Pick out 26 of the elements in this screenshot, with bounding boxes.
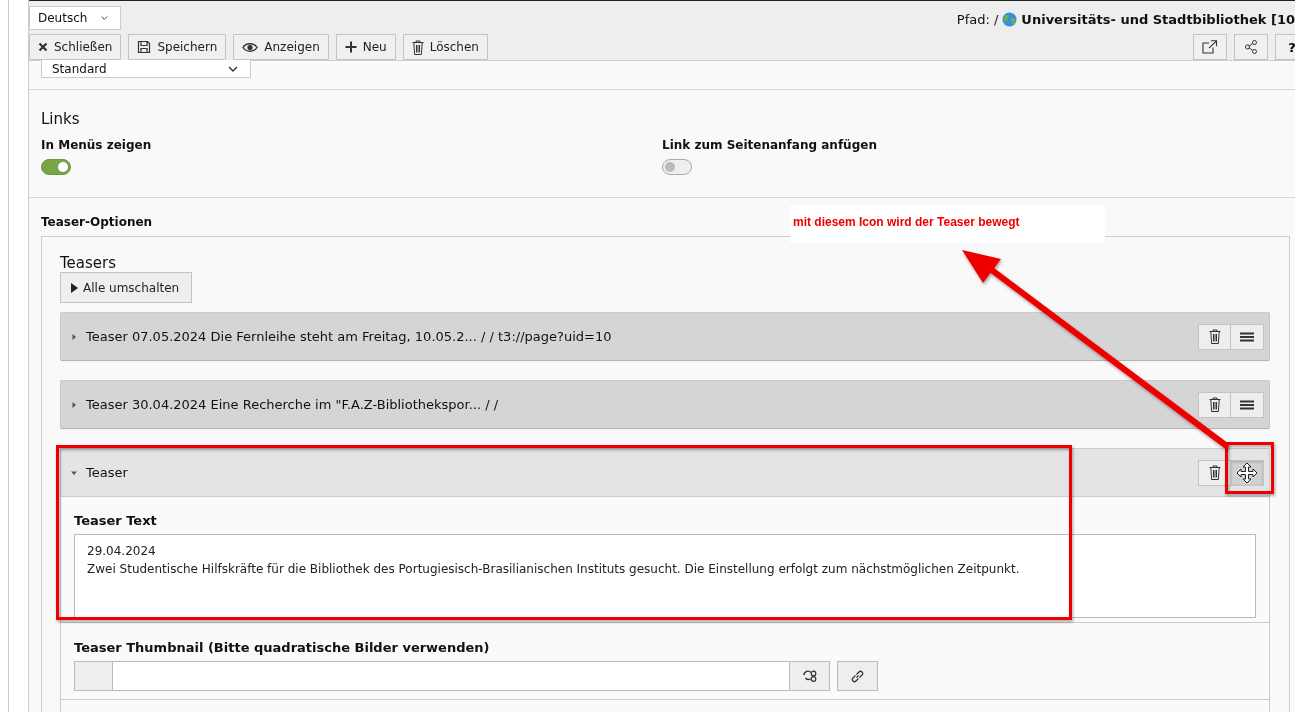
field-label: Teaser Text [74,513,158,528]
toggle-label: Link zum Seitenanfang anfügen [662,138,877,152]
group-heading: Teasers [60,254,118,272]
teaser-title: Teaser 30.04.2024 Eine Recherche im "F.A.Z-Bibliothekspor... / / [86,397,500,412]
teaser-header[interactable]: Teaser [61,449,1269,496]
teaser-header[interactable]: Teaser 30.04.2024 Eine Recherche im "F.A.Z-Bibliothekspor... / / [61,381,1269,428]
path-label: Pfad: / [956,12,999,27]
field-label: Teaser Thumbnail (Bitte quadratische Bilder verwenden) [74,640,491,655]
language-select[interactable]: Deutsch [29,6,121,30]
annotation-callout: mit diesem Icon wird der Teaser bewegt [790,205,1105,243]
toggle-label: In Menüs zeigen [41,138,152,152]
page-title: Universitäts- und Stadtbibliothek [10 [1021,12,1295,27]
layout-select[interactable]: Standard [41,60,251,78]
save-button[interactable]: Speichern [128,34,227,60]
teaser-title: Teaser 07.05.2024 Die Fernleihe steht am Freitag, 10.05.2... / / t3://page?uid=10 [86,329,613,344]
text-area[interactable]: 29.04.2024 Zwei Studentische Hilfskräfte für die Bibliothek des Portugiesisch-Brasilianischen Instituts gesucht. Die Einstellung erfolgt zum nächstmöglichen Zeitpunkt. [74,534,1256,618]
delete-button[interactable]: Löschen [402,34,488,60]
toggle-all-button[interactable]: Alle umschalten [60,272,193,303]
new-button[interactable]: Neu [335,34,396,60]
close-button[interactable]: Schließen [29,34,122,60]
section-title: Links [41,110,81,128]
view-button[interactable]: Anzeigen [233,34,329,60]
help-button[interactable]: ? [1275,34,1295,60]
teaser-header[interactable]: Teaser 07.05.2024 Die Fernleihe steht am Freitag, 10.05.2... / / t3://page?uid=10 [61,313,1269,360]
teaser-title: Teaser [86,465,129,480]
section-title: Teaser-Optionen [41,215,153,229]
